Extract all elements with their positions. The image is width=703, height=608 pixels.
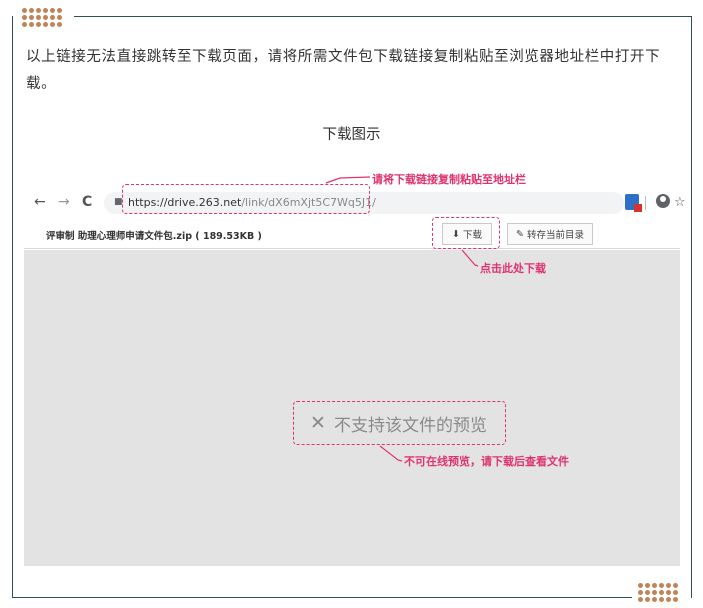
reload-icon[interactable]: C	[82, 194, 92, 210]
figure-caption: 下载图示	[322, 127, 381, 143]
url-highlight-box	[122, 184, 370, 214]
file-name: 评审制 助理心理师申请文件包.zip ( 189.53KB )	[46, 231, 262, 242]
preview-highlight-box	[293, 401, 506, 445]
annotation-click-download: 点击此处下载	[480, 262, 546, 275]
extension-icon[interactable]	[625, 194, 642, 212]
dots-decoration-top-left	[22, 8, 62, 27]
save-label: 转存当前目录	[526, 230, 584, 241]
save-to-folder-button[interactable]: ✎ 转存当前目录	[507, 223, 593, 245]
forward-icon[interactable]: →	[58, 194, 70, 210]
toolbar-separator	[645, 196, 646, 210]
bookmark-star-icon[interactable]: ☆	[674, 195, 686, 210]
edit-icon: ✎	[516, 228, 524, 240]
intro-paragraph: 以上链接无法直接跳转至下载页面，请将所需文件包下载链接复制粘贴至浏览器地址栏中打…	[26, 49, 661, 92]
browser-screenshot: ← → C ■ https://drive.263.net/link/dX6mX…	[24, 162, 686, 566]
annotation-no-preview: 不可在线预览，请下载后查看文件	[404, 455, 569, 468]
annotation-copy-url: 请将下载链接复制粘贴至地址栏	[372, 173, 526, 186]
back-icon[interactable]: ←	[34, 194, 46, 210]
download-highlight-box	[432, 217, 500, 249]
file-bar: 评审制 助理心理师申请文件包.zip ( 189.53KB ) ⬇ 下载 ✎ 转…	[24, 219, 680, 249]
frame-bottom-border	[12, 597, 692, 598]
frame-top-border	[12, 16, 692, 17]
dots-decoration-bottom-right	[638, 583, 678, 602]
account-icon[interactable]	[656, 194, 670, 208]
